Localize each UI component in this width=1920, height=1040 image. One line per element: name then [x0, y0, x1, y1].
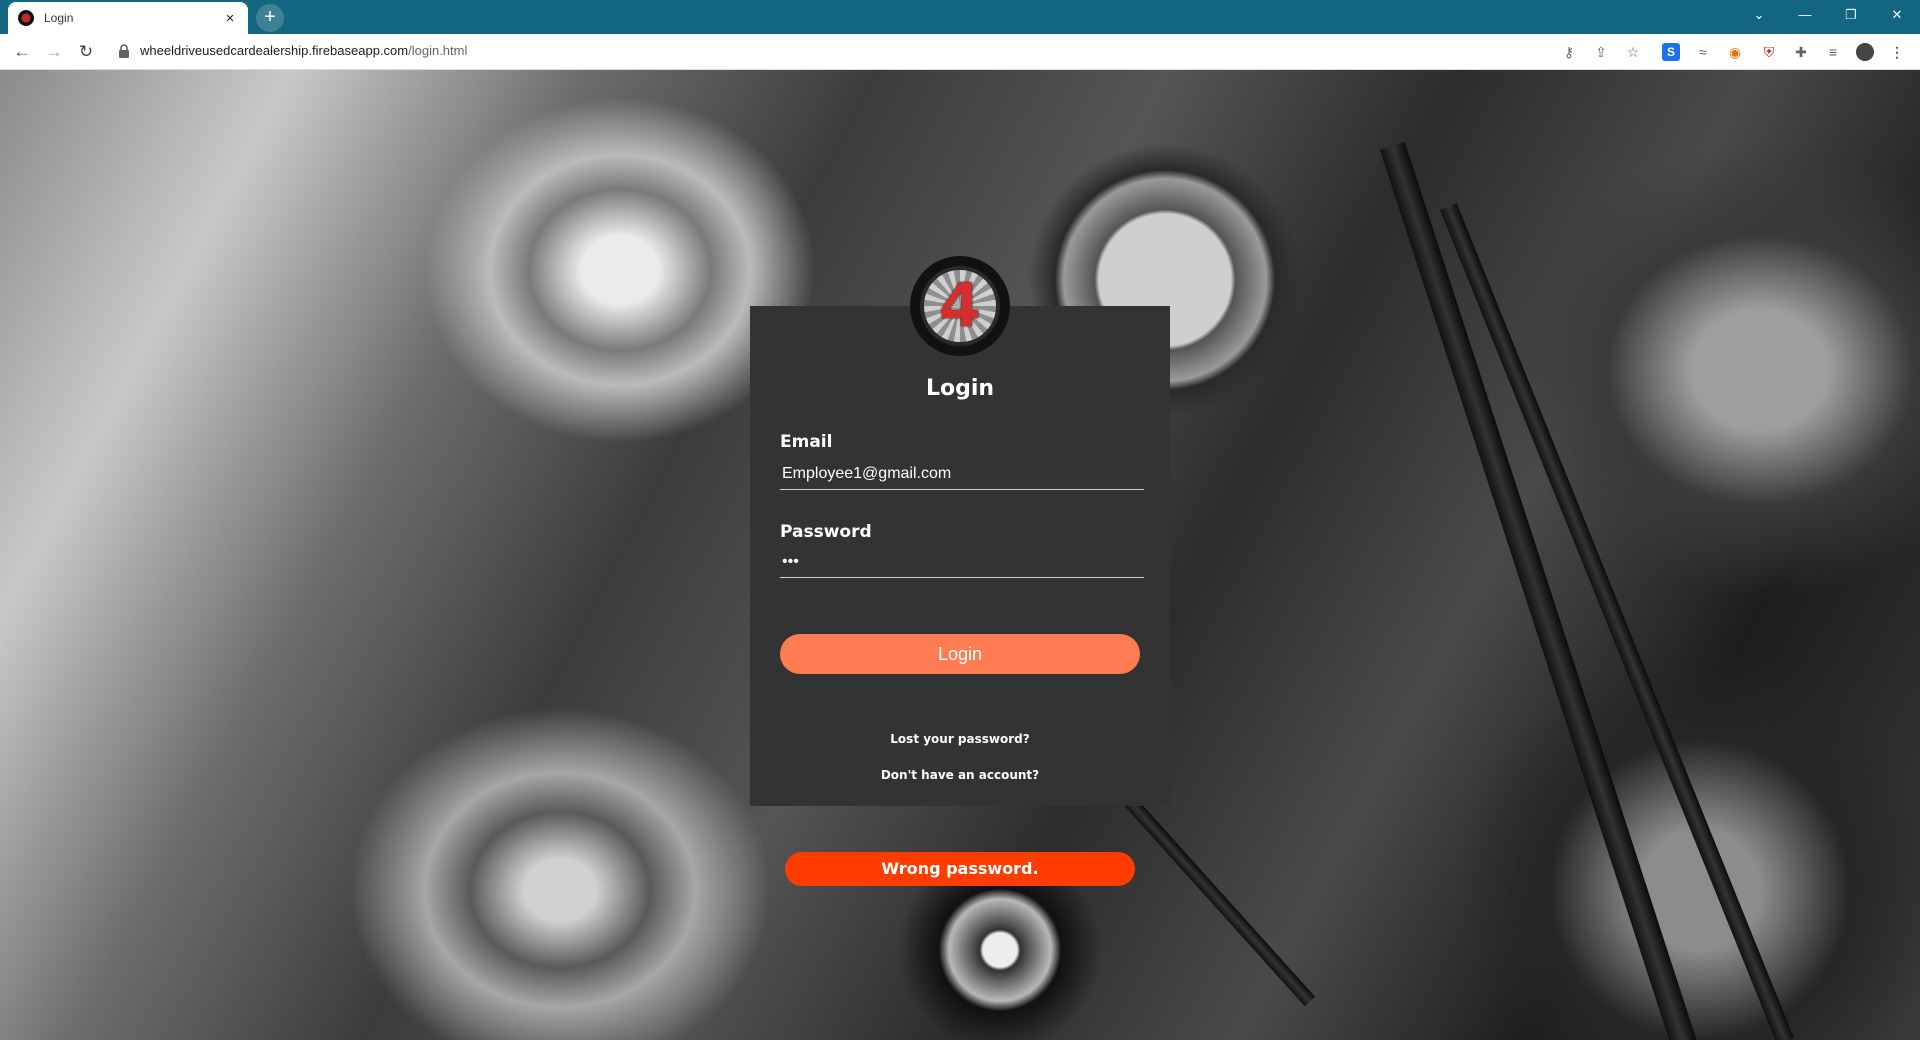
- back-button[interactable]: ←: [10, 40, 34, 64]
- login-button[interactable]: Login: [780, 634, 1140, 674]
- puzzle-icon[interactable]: ✚: [1792, 43, 1810, 61]
- dealership-logo: 4: [910, 256, 1010, 356]
- url-path: /login.html: [408, 43, 468, 58]
- forward-button[interactable]: →: [42, 40, 66, 64]
- lock-icon[interactable]: [118, 44, 130, 58]
- tab-title: Login: [44, 11, 74, 25]
- profile-icon[interactable]: [1856, 43, 1874, 61]
- share-icon[interactable]: ⇪: [1592, 43, 1610, 61]
- extension-icon[interactable]: ≈: [1694, 43, 1712, 61]
- restore-button[interactable]: ❐: [1828, 0, 1874, 34]
- login-card: Login Email Password Login Lost your pas…: [750, 306, 1170, 806]
- skype-icon[interactable]: S: [1662, 43, 1680, 61]
- logo-number: 4: [939, 271, 981, 341]
- lost-password-link[interactable]: Lost your password?: [750, 732, 1170, 746]
- drive-belt: [1380, 141, 1699, 1040]
- email-field[interactable]: [780, 458, 1144, 490]
- new-tab-button[interactable]: +: [256, 4, 284, 32]
- browser-toolbar: ← → ↻ wheeldriveusedcardealership.fireba…: [0, 34, 1920, 70]
- address-bar[interactable]: wheeldriveusedcardealership.firebaseapp.…: [140, 43, 467, 58]
- browser-tab[interactable]: Login ×: [8, 2, 248, 34]
- tab-search-icon[interactable]: ⌄: [1736, 0, 1782, 34]
- signup-link[interactable]: Don't have an account?: [750, 768, 1170, 782]
- drive-belt: [1440, 203, 1794, 1040]
- email-label: Email: [780, 432, 833, 452]
- menu-icon[interactable]: ⋮: [1888, 43, 1906, 61]
- password-label: Password: [780, 522, 872, 542]
- browser-tabstrip: Login × + ⌄ — ❐ ✕: [0, 0, 1920, 34]
- password-field[interactable]: [780, 546, 1144, 578]
- minimize-button[interactable]: —: [1782, 0, 1828, 34]
- login-title: Login: [925, 376, 995, 401]
- fox-icon[interactable]: ◉: [1726, 43, 1744, 61]
- wheel-icon: 4: [920, 266, 1000, 346]
- tab-close-icon[interactable]: ×: [222, 10, 238, 27]
- star-icon[interactable]: ☆: [1624, 43, 1642, 61]
- close-window-button[interactable]: ✕: [1874, 0, 1920, 34]
- url-host: wheeldriveusedcardealership.firebaseapp.…: [140, 43, 409, 58]
- reload-button[interactable]: ↻: [74, 40, 98, 64]
- reading-list-icon[interactable]: ≡: [1824, 43, 1842, 61]
- site-favicon-icon: [18, 10, 34, 26]
- error-message: Wrong password.: [785, 852, 1135, 886]
- key-icon[interactable]: ⚷: [1560, 43, 1578, 61]
- shield-icon[interactable]: ⛨: [1760, 43, 1778, 61]
